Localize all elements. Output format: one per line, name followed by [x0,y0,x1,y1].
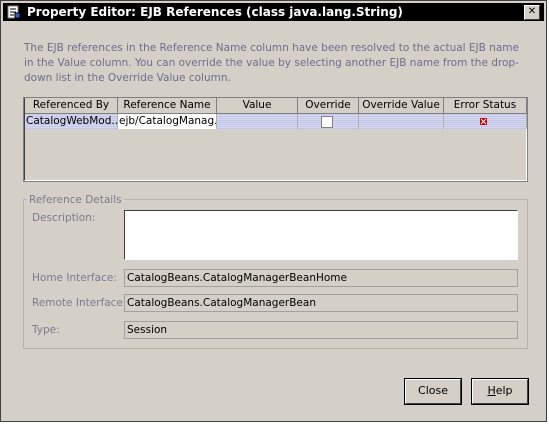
reference-details-legend: Reference Details [27,194,124,206]
override-checkbox[interactable] [321,116,333,128]
help-button[interactable]: Help [472,379,528,404]
col-header-value[interactable]: Value [217,98,298,114]
cell-reference-name[interactable]: ejb/CatalogManag... [118,114,217,129]
property-editor-window: Property Editor: EJB References (class j… [0,0,547,422]
info-text: The EJB references in the Reference Name… [24,42,519,84]
remote-interface-field: CatalogBeans.CatalogManagerBean [124,294,518,312]
error-icon [480,118,487,125]
help-mnemonic: H [487,384,496,397]
col-header-error-status[interactable]: Error Status [444,98,527,114]
app-icon [7,5,21,19]
cell-value[interactable] [217,114,298,129]
ejb-references-table: Referenced By Reference Name Value Overr… [23,97,528,182]
home-interface-field: CatalogBeans.CatalogManagerBeanHome [124,269,518,287]
type-field: Session [124,321,518,339]
close-icon[interactable]: ✕ [524,5,540,20]
home-interface-label: Home Interface: [32,272,117,284]
window-title: Property Editor: EJB References (class j… [27,5,403,19]
col-header-reference-name[interactable]: Reference Name [118,98,217,114]
description-label: Description: [32,212,96,224]
cell-error-status[interactable] [444,114,527,129]
table-row[interactable]: CatalogWebMod... ejb/CatalogManag... [24,114,529,129]
cell-override-value[interactable] [359,114,444,129]
cell-override[interactable] [298,114,359,129]
title-bar[interactable]: Property Editor: EJB References (class j… [3,3,544,21]
type-label: Type: [32,324,60,336]
description-field[interactable] [124,210,518,260]
col-header-override[interactable]: Override [298,98,359,114]
col-header-referenced-by[interactable]: Referenced By [25,98,118,114]
col-header-override-value[interactable]: Override Value [359,98,444,114]
cell-referenced-by[interactable]: CatalogWebMod... [25,114,118,129]
help-label-rest: elp [495,384,513,397]
remote-interface-label: Remote Interface: [32,297,127,309]
close-button[interactable]: Close [405,379,461,404]
